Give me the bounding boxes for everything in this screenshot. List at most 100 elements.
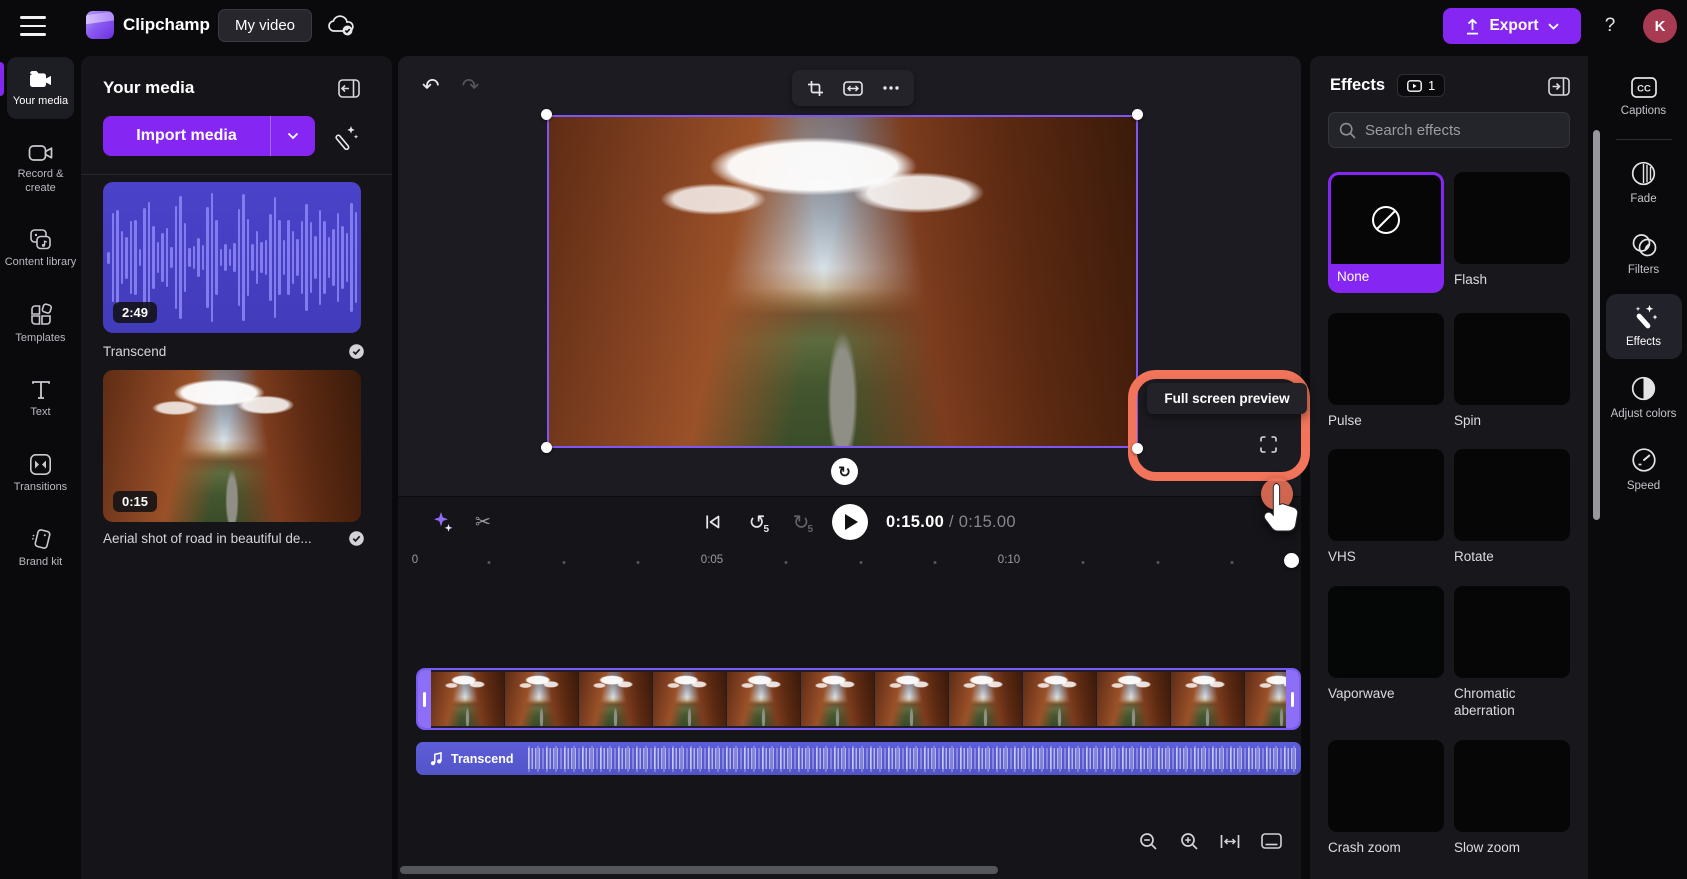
sidebar-item-brand-kit[interactable]: Brand kit [0,517,81,580]
rewind-5-icon[interactable]: ↺ 5 [744,509,770,536]
selection-handle-tl[interactable] [541,109,552,120]
timeline-view-icon[interactable] [1253,824,1289,858]
sidebar-item-your-media[interactable]: Your media [7,57,74,119]
menu-icon[interactable] [16,14,50,38]
editor-center: ↶ ↷ ↻ ✂ ↺ 5 ↻ 5 0:15.00 / 0:15.00 0 0:05… [398,56,1301,879]
effect-tile-chromatic-aberration[interactable]: Chromatic aberration [1454,585,1570,720]
trim-handle-left[interactable] [418,670,431,728]
effect-thumbnail [1454,449,1570,542]
avatar[interactable]: K [1643,9,1677,43]
sidebar-item-transitions[interactable]: Transitions [0,443,81,505]
timeline-ruler[interactable]: 0 0:05 0:10 [398,551,1301,573]
collapse-effects-icon[interactable] [1544,72,1574,100]
play-icon [845,514,858,530]
effects-scrollbar[interactable] [1593,130,1600,520]
effect-tile-flash[interactable]: Flash [1454,172,1570,293]
captions-icon: CC [1630,77,1657,98]
ai-sparkle-icon[interactable] [428,507,458,537]
music-note-icon [430,751,443,766]
cloud-sync-icon[interactable] [326,13,356,39]
preview-toolbar [792,70,914,106]
tool-filters[interactable]: Filters [1606,224,1682,286]
effect-thumbnail [1328,449,1444,542]
import-options-caret[interactable] [270,116,315,156]
effect-tile-slow-zoom[interactable]: Slow zoom [1454,739,1570,857]
effects-grid: None Flash Pulse Spin VHS Rotate Vaporwave Chro… [1328,172,1570,856]
filters-icon [1631,233,1657,257]
more-options-icon[interactable] [874,74,908,102]
library-icon [28,228,53,251]
aspect-ratio-icon[interactable] [836,74,870,102]
clip-frame-thumbnail [1023,672,1096,726]
fullscreen-button-icon[interactable] [1252,428,1284,460]
tool-captions[interactable]: CC Captions [1606,68,1682,127]
tool-speed[interactable]: Speed [1606,438,1682,502]
effect-tile-crash-zoom[interactable]: Crash zoom [1328,739,1444,857]
upload-icon [1465,18,1480,35]
media-item-video[interactable]: 0:15 [103,370,361,522]
zoom-fit-icon[interactable] [1212,824,1248,858]
crop-icon[interactable] [798,74,832,102]
export-label: Export [1489,17,1539,34]
undo-icon[interactable]: ↶ [422,76,440,97]
effect-tile-vaporwave[interactable]: Vaporwave [1328,585,1444,720]
split-scissors-icon[interactable]: ✂ [468,507,498,537]
effect-label: Vaporwave [1328,685,1395,701]
forward-5-icon[interactable]: ↻ 5 [788,509,814,536]
check-circle-icon [348,530,365,547]
effect-tile-vhs[interactable]: VHS [1328,449,1444,566]
clip-frame-thumbnail [579,672,652,726]
effect-tile-pulse[interactable]: Pulse [1328,312,1444,430]
selection-handle-tr[interactable] [1132,109,1143,120]
skip-to-start-icon[interactable] [700,509,726,535]
adjust-colors-icon [1631,376,1656,401]
playhead[interactable] [1284,553,1299,568]
project-title-button[interactable]: My video [218,9,313,42]
preview-canvas[interactable] [547,115,1138,448]
tool-effects[interactable]: Effects [1605,294,1682,359]
search-effects-input[interactable] [1365,121,1545,139]
clip-frame-thumbnail [505,672,578,726]
sidebar-item-record-create[interactable]: Record & create [0,133,81,206]
play-button[interactable] [832,504,868,540]
search-box [1328,112,1570,148]
ruler-label: 0:10 [997,554,1021,566]
zoom-out-icon[interactable] [1130,824,1166,858]
clipchamp-editor: Clipchamp My video Export ? K Your media… [0,0,1687,879]
magic-wand-icon[interactable] [329,122,361,152]
tool-fade[interactable]: Fade [1606,152,1682,215]
right-toolbar: CC Captions Fade Filters Effects Adjust … [1600,56,1687,879]
effect-tile-rotate[interactable]: Rotate [1454,449,1570,566]
effect-tile-spin[interactable]: Spin [1454,312,1570,430]
collapse-panel-icon[interactable] [334,74,364,102]
help-button[interactable]: ? [1596,12,1624,40]
media-folder-icon [28,69,53,90]
effect-tile-none[interactable]: None [1328,172,1444,293]
effect-thumbnail [1454,312,1570,405]
selection-handle-bl[interactable] [541,442,552,453]
sidebar-item-content-library[interactable]: Content library [0,218,81,280]
sidebar-item-label: Your media [12,95,69,107]
top-bar: Clipchamp My video Export ? K [0,0,1687,52]
export-button[interactable]: Export [1443,8,1581,44]
trim-handle-right[interactable] [1286,670,1299,728]
sidebar-item-text[interactable]: Text [0,369,81,430]
media-item-name: Transcend [103,344,167,359]
audio-track-clip[interactable]: Transcend [416,742,1301,775]
import-media-button[interactable]: Import media [103,116,315,156]
sidebar-item-templates[interactable]: Templates [0,293,81,356]
svg-text:CC: CC [1637,84,1651,95]
rotate-handle-icon[interactable]: ↻ [831,458,858,485]
none-effect-thumbnail [1328,172,1444,264]
applied-effects-badge[interactable]: 1 [1397,74,1446,97]
clip-frame-thumbnail [727,672,800,726]
zoom-in-icon[interactable] [1171,824,1207,858]
ruler-label: 0:05 [700,554,724,566]
media-item-audio[interactable]: 2:49 [103,182,361,333]
horizontal-scrollbar[interactable] [400,866,998,874]
selection-handle-br[interactable] [1132,443,1143,454]
tool-adjust-colors[interactable]: Adjust colors [1606,367,1682,430]
video-track-clip[interactable] [416,668,1301,730]
panel-title: Your media [103,78,195,97]
redo-icon[interactable]: ↷ [462,76,480,97]
